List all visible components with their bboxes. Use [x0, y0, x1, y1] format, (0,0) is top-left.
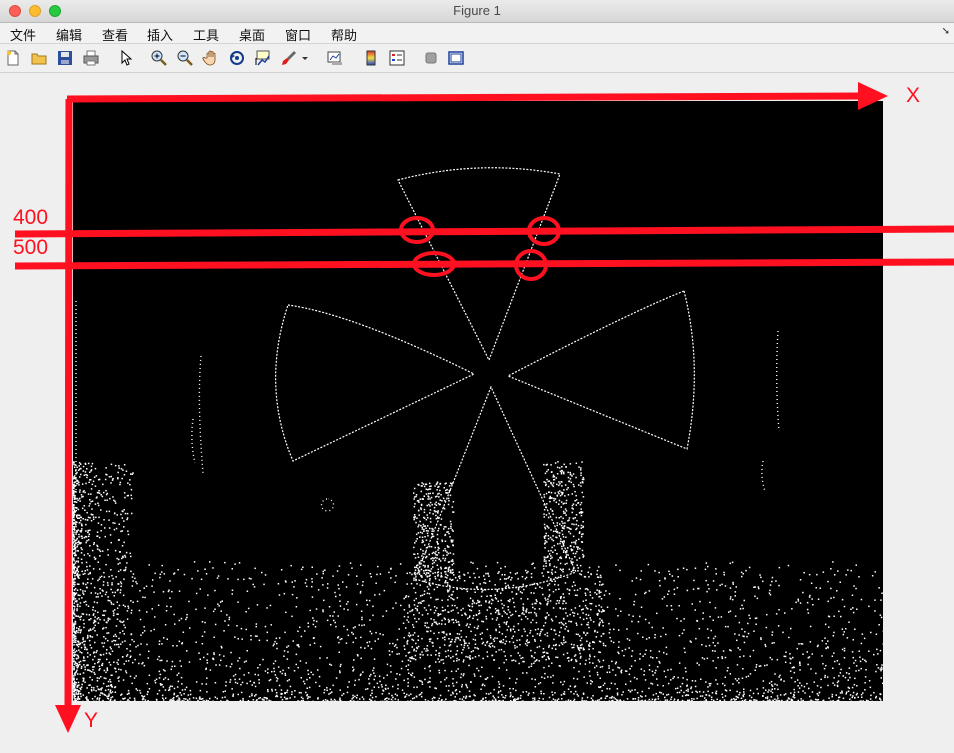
row-500-line: [14, 258, 954, 270]
row-400-line: [14, 225, 954, 238]
y-axis-label: Y: [84, 709, 99, 732]
x-axis-arrow: [66, 82, 888, 110]
row-400-label: 400: [13, 206, 49, 229]
row-500-label: 500: [13, 236, 49, 259]
x-axis-label: X: [906, 84, 921, 107]
y-axis-arrow: [55, 98, 81, 733]
annotation-overlay: [14, 82, 954, 733]
